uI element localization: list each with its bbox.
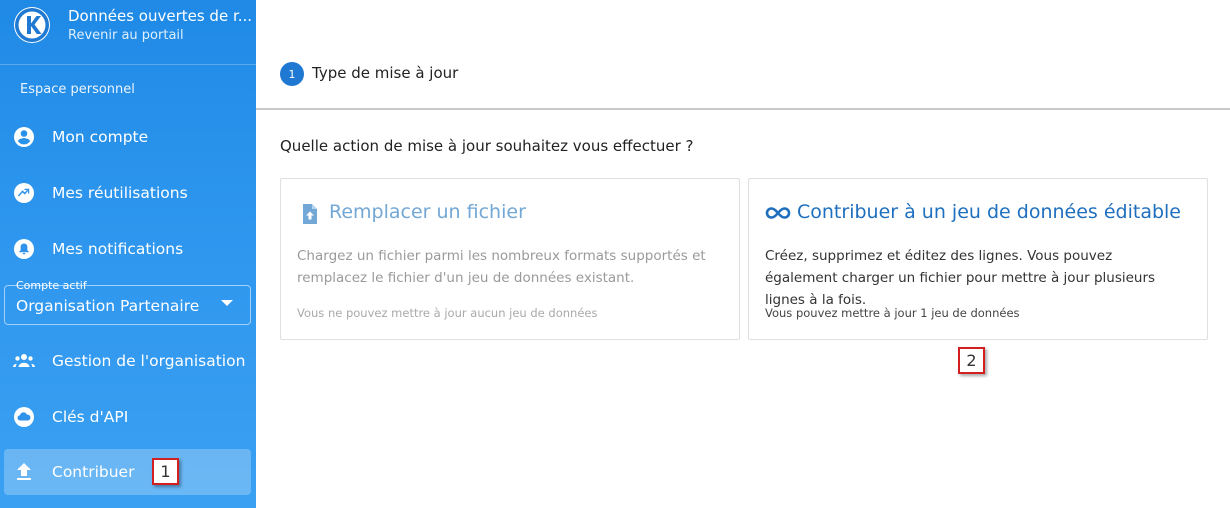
infinity-icon <box>764 202 792 224</box>
cloud-icon <box>12 405 36 429</box>
group-icon <box>12 349 36 373</box>
card-description: Chargez un fichier parmi les nombreux fo… <box>297 248 706 286</box>
card-title: Remplacer un fichier <box>329 201 526 223</box>
file-upload-icon <box>299 203 321 225</box>
annotation-marker-2: 2 <box>958 347 985 374</box>
annotation-marker-1: 1 <box>152 458 179 485</box>
card-footer: Vous ne pouvez mettre à jour aucun jeu d… <box>297 306 598 320</box>
section-label: Espace personnel <box>20 82 135 97</box>
k-logo-icon <box>14 7 50 43</box>
sidebar-item-label: Mes réutilisations <box>52 184 188 202</box>
select-legend: Compte actif <box>16 279 87 292</box>
sidebar-item-contribute[interactable]: Contribuer <box>4 449 251 495</box>
chevron-down-icon[interactable] <box>221 300 233 306</box>
stepper-header: 1 Type de mise à jour <box>256 0 1230 110</box>
brand-header[interactable]: Données ouvertes de r... Revenir au port… <box>0 0 256 64</box>
sidebar-item-label: Mes notifications <box>52 240 184 258</box>
sidebar: Données ouvertes de r... Revenir au port… <box>0 0 256 508</box>
editable-dataset-card[interactable]: Contribuer à un jeu de données éditable … <box>748 178 1208 340</box>
sidebar-item-notifications[interactable]: Mes notifications <box>4 226 251 272</box>
sidebar-item-label: Clés d'API <box>52 408 129 426</box>
sidebar-item-label: Contribuer <box>52 463 135 481</box>
share-arrow-icon <box>12 181 36 205</box>
bell-icon <box>12 237 36 261</box>
question-text: Quelle action de mise à jour souhaitez v… <box>280 137 694 155</box>
back-to-portal-link[interactable]: Revenir au portail <box>68 28 184 43</box>
sidebar-item-account[interactable]: Mon compte <box>4 114 251 160</box>
sidebar-item-organization[interactable]: Gestion de l'organisation <box>4 338 251 384</box>
upload-icon <box>12 460 36 484</box>
card-title: Contribuer à un jeu de données éditable <box>797 201 1181 223</box>
card-description: Créez, supprimez et éditez des lignes. V… <box>765 248 1156 308</box>
sidebar-item-api-keys[interactable]: Clés d'API <box>4 394 251 440</box>
step-label[interactable]: Type de mise à jour <box>312 64 458 82</box>
card-footer: Vous pouvez mettre à jour 1 jeu de donné… <box>765 306 1020 320</box>
sidebar-item-reuses[interactable]: Mes réutilisations <box>4 170 251 216</box>
sidebar-item-label: Gestion de l'organisation <box>52 352 246 370</box>
select-value: Organisation Partenaire <box>16 297 200 315</box>
step-number-badge: 1 <box>280 62 304 86</box>
brand-title: Données ouvertes de r... <box>68 7 253 25</box>
divider <box>0 64 256 65</box>
sidebar-item-label: Mon compte <box>52 128 149 146</box>
replace-file-card: Remplacer un fichier Chargez un fichier … <box>280 178 740 340</box>
account-circle-icon <box>12 125 36 149</box>
